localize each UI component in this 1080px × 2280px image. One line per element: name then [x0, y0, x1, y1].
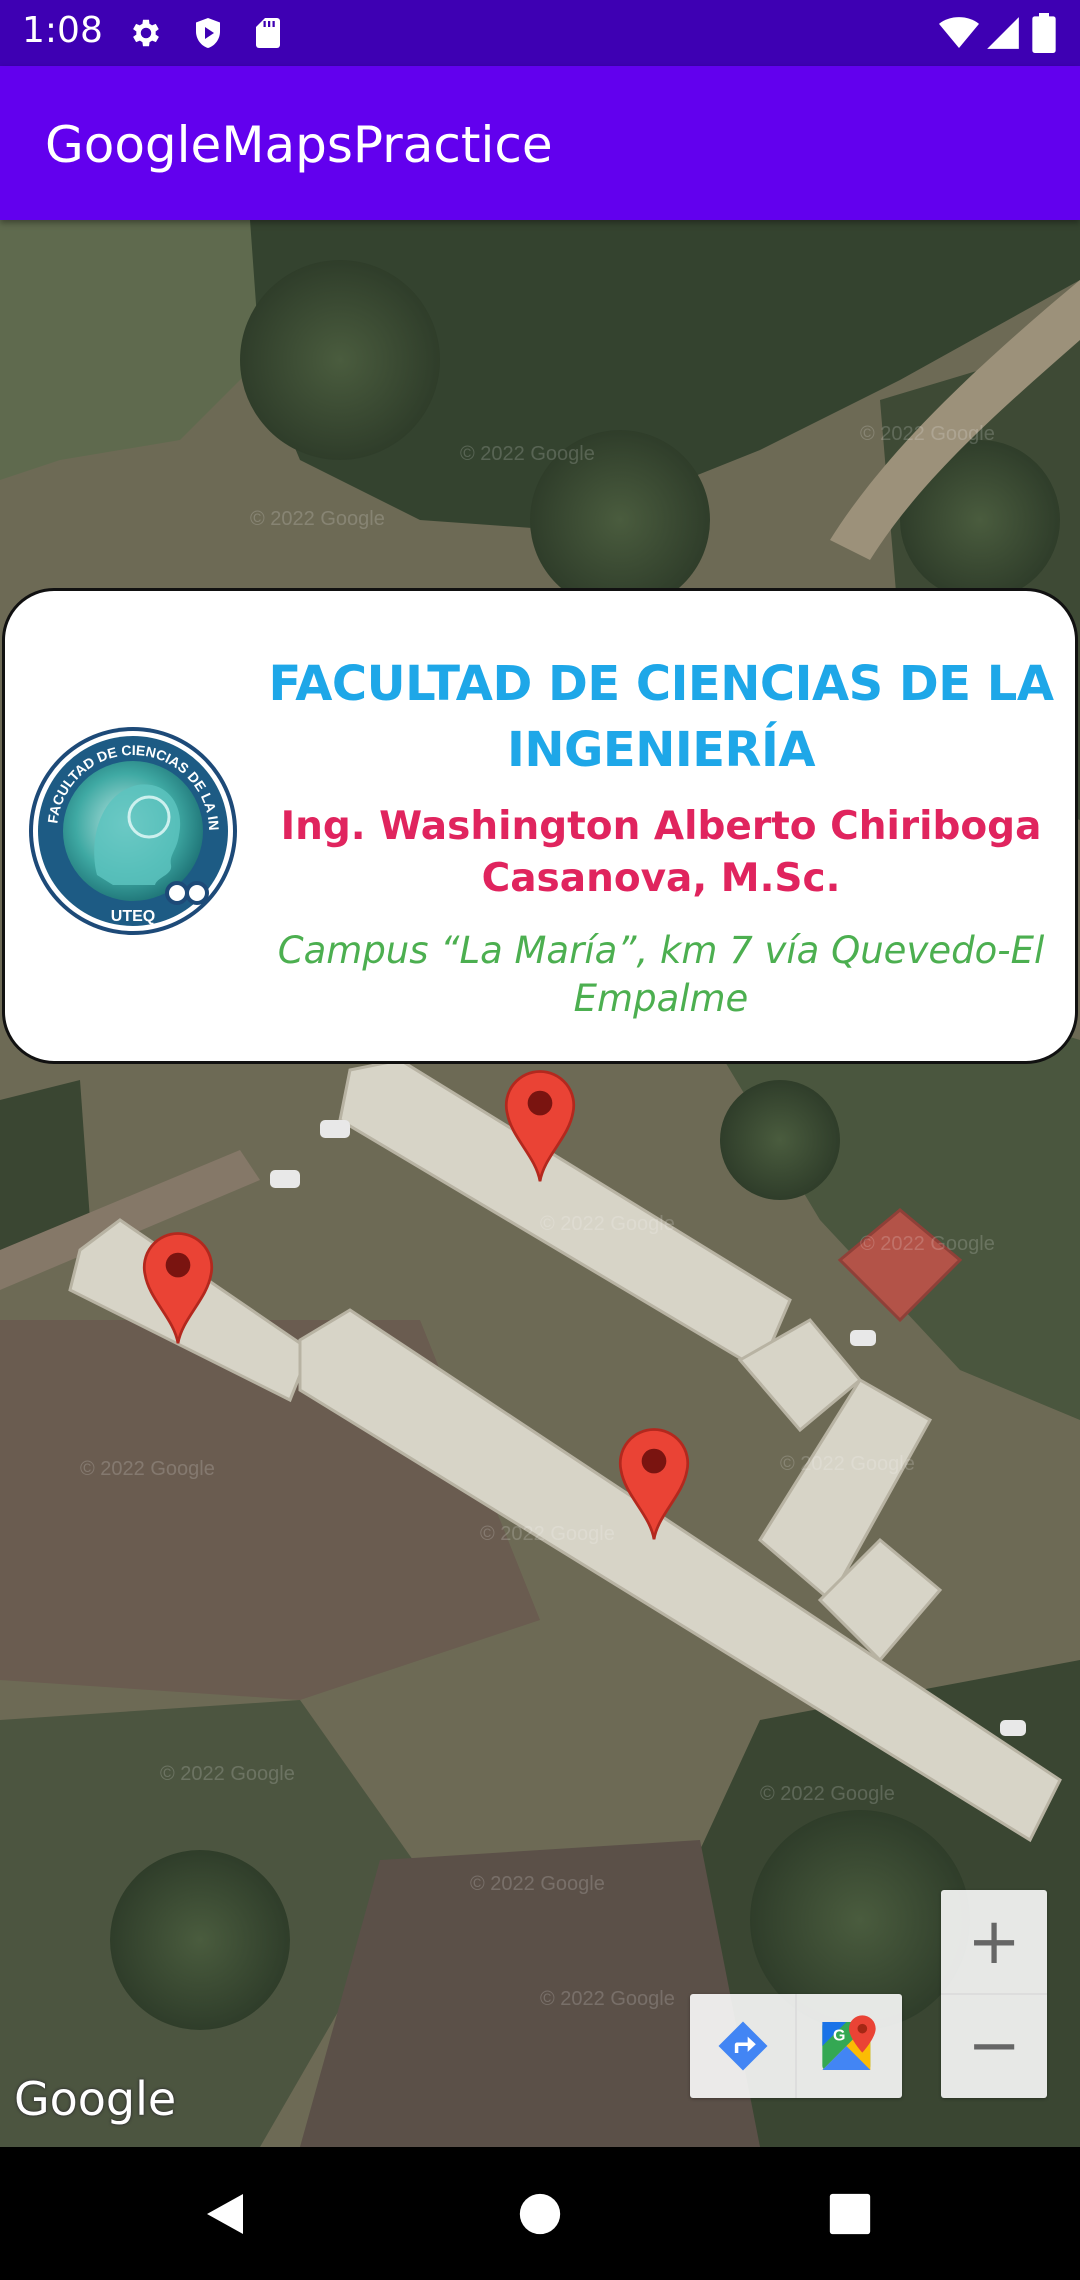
- svg-text:© 2022 Google: © 2022 Google: [760, 1783, 895, 1805]
- map-marker[interactable]: [616, 1424, 692, 1542]
- system-navigation-bar: [0, 2147, 1080, 2280]
- recents-button[interactable]: [815, 2179, 885, 2249]
- wifi-icon: [939, 17, 979, 48]
- app-bar: GoogleMapsPractice: [0, 66, 1080, 220]
- marker-info-window[interactable]: FACULTAD DE CIENCIAS DE LA INGENIERIA UT…: [2, 588, 1078, 1064]
- status-time: 1:08: [22, 10, 103, 51]
- info-window-address: Campus “La María”, km 7 vía Quevedo-El E…: [277, 929, 1045, 1020]
- open-in-maps-button[interactable]: G: [796, 1994, 902, 2098]
- zoom-controls: + −: [941, 1890, 1047, 2098]
- app-title: GoogleMapsPractice: [45, 116, 553, 174]
- zoom-in-button[interactable]: +: [941, 1890, 1047, 1994]
- logo-caption: UTEQ: [111, 908, 155, 925]
- settings-icon: [133, 19, 159, 47]
- svg-text:© 2022 Google: © 2022 Google: [160, 1763, 295, 1785]
- info-window-name: Ing. Washington Alberto Chiriboga Casano…: [280, 804, 1042, 901]
- svg-text:© 2022 Google: © 2022 Google: [780, 1453, 915, 1475]
- svg-text:© 2022 Google: © 2022 Google: [860, 423, 995, 445]
- svg-text:© 2022 Google: © 2022 Google: [460, 443, 595, 465]
- svg-text:© 2022 Google: © 2022 Google: [470, 1873, 605, 1895]
- signal-icon: [987, 17, 1019, 49]
- directions-icon: [718, 2021, 768, 2071]
- uteq-faculty-logo: FACULTAD DE CIENCIAS DE LA INGENIERIA UT…: [27, 725, 237, 935]
- map-marker[interactable]: [140, 1228, 216, 1346]
- svg-text:© 2022 Google: © 2022 Google: [540, 1988, 675, 2010]
- svg-text:© 2022 Google: © 2022 Google: [860, 1233, 995, 1255]
- back-icon: [207, 2194, 243, 2234]
- svg-text:© 2022 Google: © 2022 Google: [250, 508, 385, 530]
- map-toolbar: G: [690, 1994, 902, 2098]
- svg-text:G: G: [833, 2028, 845, 2045]
- google-maps-icon: G: [822, 2015, 876, 2070]
- recents-icon: [829, 2193, 871, 2235]
- home-button[interactable]: [505, 2179, 575, 2249]
- sd-card-icon: [256, 18, 280, 48]
- back-button[interactable]: [190, 2179, 260, 2249]
- info-window-title: FACULTAD DE CIENCIAS DE LA INGENIERÍA: [268, 656, 1054, 778]
- directions-button[interactable]: [690, 1994, 796, 2098]
- zoom-out-button[interactable]: −: [941, 1994, 1047, 2098]
- home-icon: [519, 2193, 561, 2235]
- svg-text:© 2022 Google: © 2022 Google: [480, 1523, 615, 1545]
- svg-text:© 2022 Google: © 2022 Google: [80, 1458, 215, 1480]
- svg-text:© 2022 Google: © 2022 Google: [540, 1213, 675, 1235]
- google-attribution-logo: Google: [14, 2072, 177, 2126]
- battery-icon: [1032, 13, 1056, 53]
- status-bar: 1:08: [0, 0, 1080, 66]
- shield-play-icon: [196, 18, 220, 48]
- map-marker[interactable]: [502, 1066, 578, 1184]
